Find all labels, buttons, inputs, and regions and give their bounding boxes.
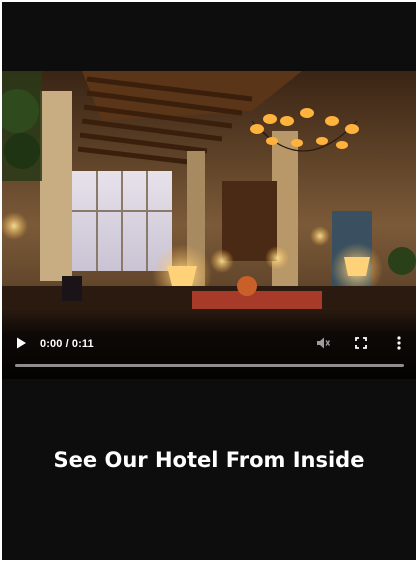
- fullscreen-icon: [355, 337, 367, 349]
- video-title: See Our Hotel From Inside: [53, 448, 365, 472]
- fullscreen-button[interactable]: [350, 332, 372, 354]
- mute-button[interactable]: [312, 332, 334, 354]
- more-options-button[interactable]: [388, 332, 410, 354]
- video-controls-bar: 0:00 / 0:11: [2, 309, 416, 379]
- more-vertical-icon: [397, 336, 401, 350]
- play-icon: [17, 337, 26, 349]
- volume-muted-icon: [317, 337, 331, 349]
- progress-bar[interactable]: [15, 364, 404, 367]
- play-button[interactable]: [10, 332, 32, 354]
- time-display: 0:00 / 0:11: [40, 338, 94, 350]
- video-player[interactable]: 0:00 / 0:11: [2, 71, 416, 379]
- video-card: 0:00 / 0:11 See Our Hotel From Inside: [2, 2, 416, 560]
